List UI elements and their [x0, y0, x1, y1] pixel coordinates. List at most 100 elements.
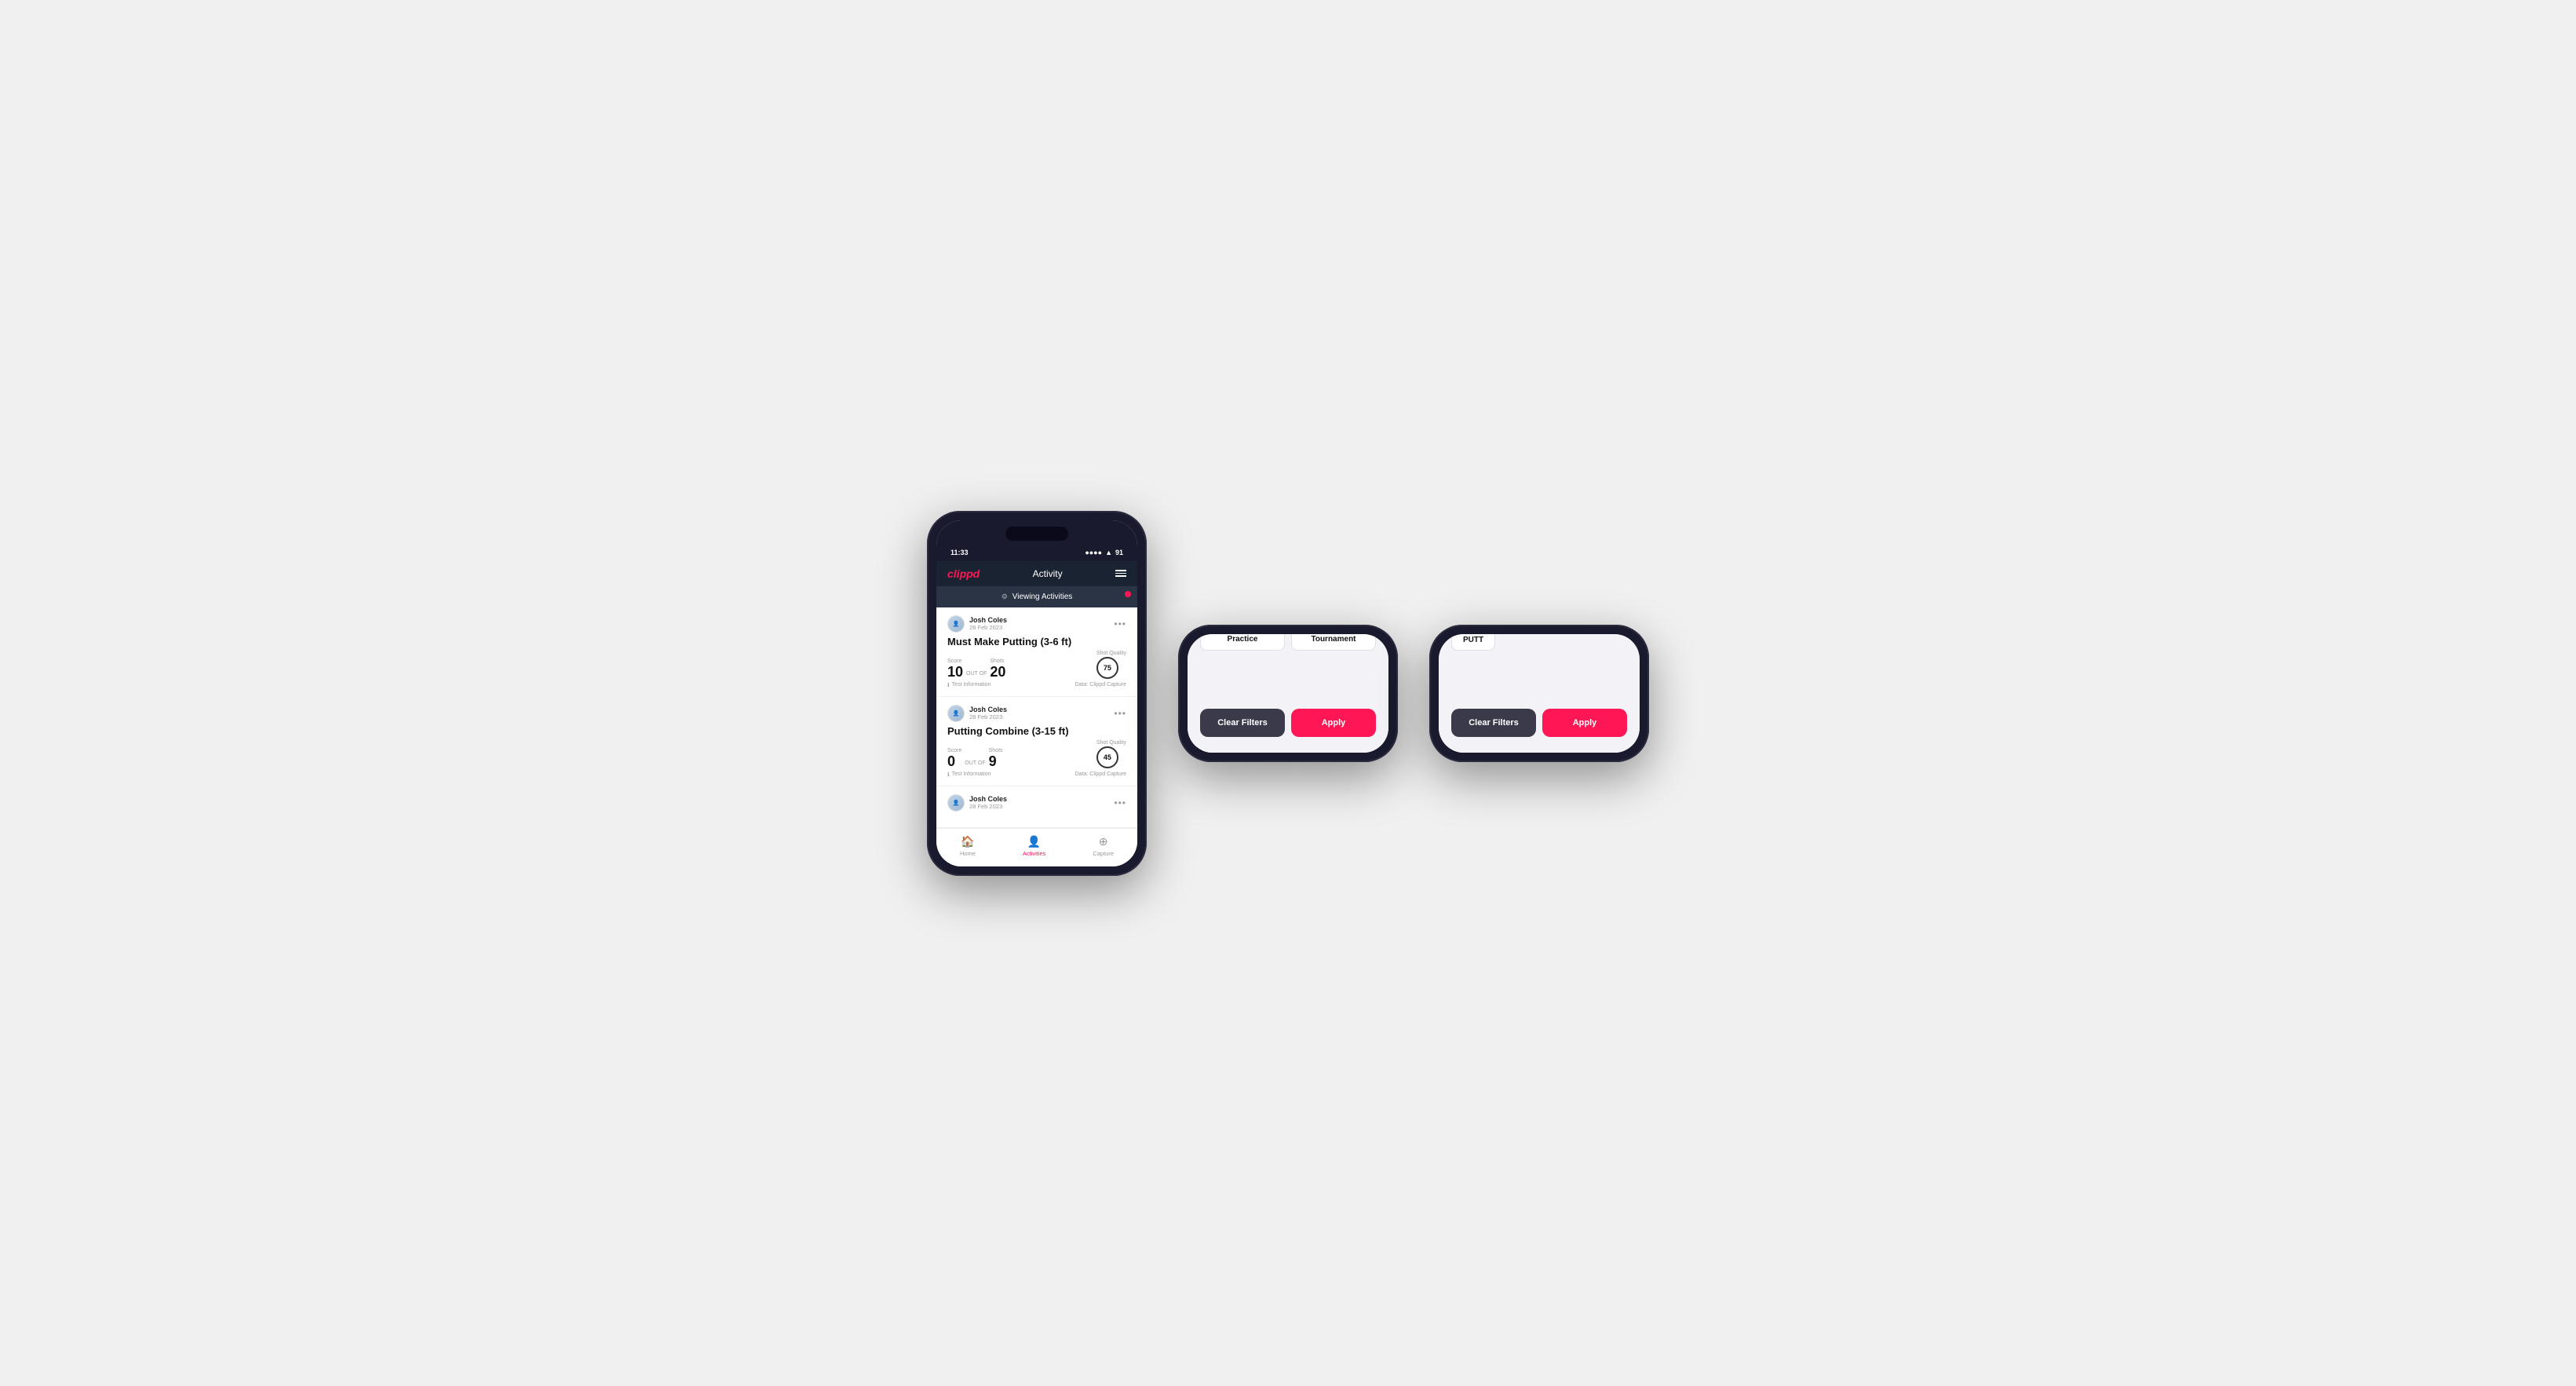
- filter-modal-3: Filter ✕ Show Rounds Practice Drills Pra…: [1439, 634, 1640, 753]
- capture-label: Capture: [1093, 850, 1114, 857]
- user-name-3: Josh Coles: [969, 795, 1007, 803]
- activities-icon: 👤: [1027, 835, 1041, 848]
- activities-label: Activities: [1023, 850, 1046, 857]
- filter-modal-overlay-3: Filter ✕ Show Rounds Practice Drills Pra…: [1439, 634, 1640, 753]
- activity-card-1[interactable]: 👤 Josh Coles 28 Feb 2023 ••• Must Make P…: [936, 607, 1137, 697]
- shots-label-1: Shots: [990, 658, 1005, 664]
- nav-home[interactable]: 🏠 Home: [960, 835, 976, 857]
- sq-label-2: Shot Quality: [1096, 740, 1126, 746]
- shots-label-2: Shots: [989, 748, 1003, 753]
- capture-icon: ⊕: [1099, 835, 1108, 848]
- home-icon: 🏠: [961, 835, 974, 848]
- bottom-nav-1: 🏠 Home 👤 Activities ⊕ Capture: [936, 828, 1137, 866]
- info-icon-1: ℹ: [947, 682, 950, 688]
- avatar-2: 👤: [947, 705, 965, 722]
- notch-pill: [1005, 527, 1068, 541]
- menu-icon-1[interactable]: [1115, 570, 1126, 577]
- test-info-1: ℹ Test Information: [947, 682, 991, 688]
- sq-badge-2: 45: [1096, 746, 1118, 768]
- clear-filters-btn-2[interactable]: Clear Filters: [1200, 709, 1285, 737]
- more-options-3[interactable]: •••: [1114, 797, 1126, 808]
- phone-3-screen: 11:33 ●●●● ▲ 91 clippd Activity ⚙ Viewin…: [1439, 634, 1640, 753]
- score-section-1: Score 10: [947, 658, 963, 679]
- avatar-1: 👤: [947, 615, 965, 633]
- user-info-2: 👤 Josh Coles 28 Feb 2023: [947, 705, 1007, 722]
- data-source-1: Data: Clippd Capture: [1075, 682, 1126, 688]
- user-date-1: 28 Feb 2023: [969, 624, 1007, 631]
- phone-1-screen: 11:33 ●●●● ▲ 91 clippd Activity ⚙ Viewin…: [936, 520, 1137, 866]
- activity-title-2: Putting Combine (3-15 ft): [947, 725, 1126, 737]
- activity-card-2[interactable]: 👤 Josh Coles 28 Feb 2023 ••• Putting Com…: [936, 697, 1137, 786]
- card-footer-1: ℹ Test Information Data: Clippd Capture: [947, 682, 1126, 688]
- user-details-3: Josh Coles 28 Feb 2023: [969, 795, 1007, 810]
- clear-filters-btn-3[interactable]: Clear Filters: [1451, 709, 1536, 737]
- drill-buttons-3: OTT APP ARG PUTT: [1451, 634, 1627, 651]
- shot-quality-section-2: Shot Quality 45: [1096, 740, 1126, 768]
- time-display: 11:33: [950, 549, 969, 556]
- battery-icon: 91: [1115, 549, 1123, 556]
- user-date-3: 28 Feb 2023: [969, 803, 1007, 810]
- signal-icon: ●●●●: [1085, 549, 1102, 556]
- wifi-icon: ▲: [1105, 549, 1112, 556]
- shots-value-2: 9: [989, 754, 1003, 768]
- shot-quality-section-1: Shot Quality 75: [1096, 651, 1126, 679]
- apply-btn-2[interactable]: Apply: [1291, 709, 1376, 737]
- viewing-banner-1[interactable]: ⚙ Viewing Activities: [936, 586, 1137, 607]
- user-name-2: Josh Coles: [969, 706, 1007, 713]
- activity-card-3[interactable]: 👤 Josh Coles 28 Feb 2023 •••: [936, 786, 1137, 828]
- shots-value-1: 20: [990, 665, 1005, 679]
- home-label: Home: [960, 850, 976, 857]
- data-source-2: Data: Clippd Capture: [1075, 771, 1126, 777]
- card-footer-2: ℹ Test Information Data: Clippd Capture: [947, 771, 1126, 778]
- modal-footer-3: Clear Filters Apply: [1451, 709, 1627, 737]
- user-date-2: 28 Feb 2023: [969, 713, 1007, 720]
- avatar-3: 👤: [947, 794, 965, 812]
- viewing-banner-text-1: Viewing Activities: [1013, 593, 1073, 601]
- user-details-2: Josh Coles 28 Feb 2023: [969, 706, 1007, 720]
- status-icons: ●●●● ▲ 91: [1085, 549, 1123, 556]
- score-value-2: 0: [947, 754, 961, 768]
- activity-title-1: Must Make Putting (3-6 ft): [947, 636, 1126, 647]
- test-info-2: ℹ Test Information: [947, 771, 991, 778]
- nav-activities[interactable]: 👤 Activities: [1023, 835, 1046, 857]
- header-title-1: Activity: [1033, 568, 1063, 579]
- shots-section-2: Shots 9: [989, 748, 1003, 768]
- card-header-3: 👤 Josh Coles 28 Feb 2023 •••: [947, 794, 1126, 812]
- card-header-1: 👤 Josh Coles 28 Feb 2023 •••: [947, 615, 1126, 633]
- sq-badge-1: 75: [1096, 657, 1118, 679]
- user-details-1: Josh Coles 28 Feb 2023: [969, 616, 1007, 631]
- user-info-3: 👤 Josh Coles 28 Feb 2023: [947, 794, 1007, 812]
- modal-footer-2: Clear Filters Apply: [1200, 709, 1376, 737]
- score-value-1: 10: [947, 665, 963, 679]
- logo-1: clippd: [947, 567, 980, 580]
- phone-2-screen: 11:33 ●●●● ▲ 91 clippd Activity ⚙ Viewin…: [1188, 634, 1388, 753]
- status-bar-1: 11:33 ●●●● ▲ 91: [936, 544, 1137, 561]
- filter-modal-2: Filter ✕ Show Rounds Practice Drills Rou…: [1188, 634, 1388, 753]
- more-options-1[interactable]: •••: [1114, 618, 1126, 629]
- filter-icon-1: ⚙: [1002, 593, 1008, 601]
- stats-row-2: Score 0 OUT OF Shots 9 Shot Quality 45: [947, 740, 1126, 768]
- putt-btn-3[interactable]: PUTT: [1451, 634, 1495, 651]
- practice-btn-2[interactable]: Practice: [1200, 634, 1285, 651]
- phone-3: 11:33 ●●●● ▲ 91 clippd Activity ⚙ Viewin…: [1429, 625, 1649, 762]
- sq-label-1: Shot Quality: [1096, 651, 1126, 656]
- notification-dot-1: [1125, 591, 1131, 597]
- user-name-1: Josh Coles: [969, 616, 1007, 624]
- phone-1: 11:33 ●●●● ▲ 91 clippd Activity ⚙ Viewin…: [927, 511, 1147, 876]
- phone-2: 11:33 ●●●● ▲ 91 clippd Activity ⚙ Viewin…: [1178, 625, 1398, 762]
- score-label-1: Score: [947, 658, 963, 664]
- nav-capture[interactable]: ⊕ Capture: [1093, 835, 1114, 857]
- out-of-1: OUT OF: [966, 671, 987, 677]
- card-header-2: 👤 Josh Coles 28 Feb 2023 •••: [947, 705, 1126, 722]
- stats-row-1: Score 10 OUT OF Shots 20 Shot Quality 75: [947, 651, 1126, 679]
- score-label-2: Score: [947, 748, 961, 753]
- tournament-btn-2[interactable]: Tournament: [1291, 634, 1376, 651]
- more-options-2[interactable]: •••: [1114, 708, 1126, 719]
- info-icon-2: ℹ: [947, 771, 950, 778]
- score-section-2: Score 0: [947, 748, 961, 768]
- filter-modal-overlay-2: Filter ✕ Show Rounds Practice Drills Rou…: [1188, 634, 1388, 753]
- shots-section-1: Shots 20: [990, 658, 1005, 679]
- rounds-filter-buttons-2: Practice Tournament: [1200, 634, 1376, 651]
- apply-btn-3[interactable]: Apply: [1542, 709, 1627, 737]
- app-header-1: clippd Activity: [936, 561, 1137, 586]
